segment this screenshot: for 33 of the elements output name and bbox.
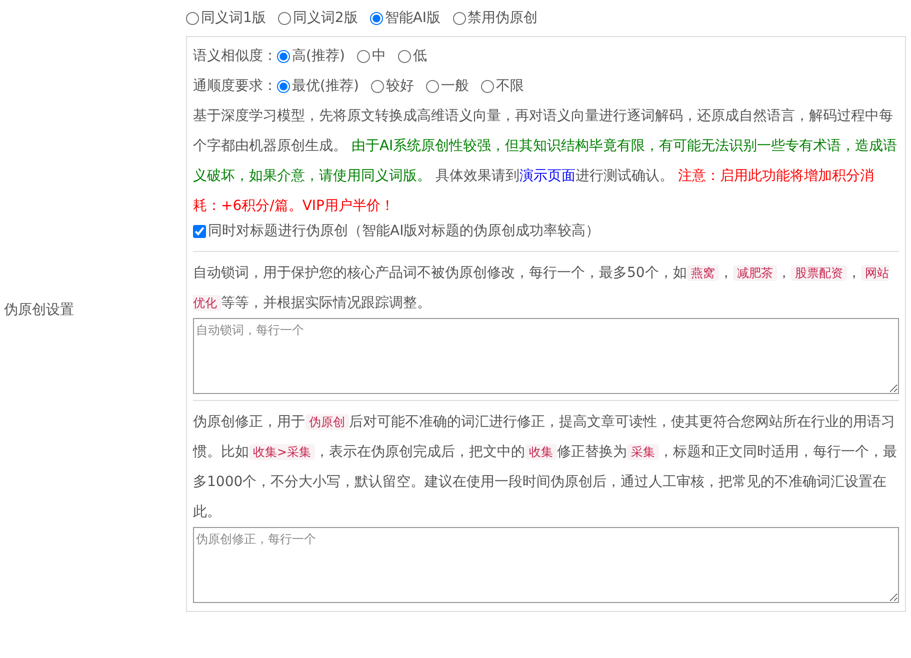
radio-button[interactable] bbox=[278, 12, 291, 25]
radio-button[interactable] bbox=[398, 50, 411, 62]
mode-label[interactable]: 同义词1版 bbox=[201, 8, 266, 29]
mode-label[interactable]: 同义词2版 bbox=[292, 8, 358, 29]
radio-button[interactable] bbox=[277, 80, 290, 92]
correction-description: 伪原创修正，用于 伪原创 后对可能不准确的词汇进行修正，提高文章可读性，使其更符合您网站所在行业的用语习惯。比如 收集>采集 ，表示在伪原创完成后，把文中的 收集 修正替换为 采集 ，标题和正文同时适用，每行一个，最多1000个，不分大小写，默认留空。建议在使用一段时间伪原创后，通过人工审核，把常见的不准确词汇设置在此。 bbox=[193, 413, 898, 522]
mode-label[interactable]: 智能AI版 bbox=[384, 8, 441, 29]
checkbox-label[interactable]: 同时对标题进行伪原创（智能AI版对标题的伪原创成功率较高） bbox=[208, 221, 600, 242]
lock-words-field[interactable]: 自动锁词，每行一个 bbox=[193, 318, 899, 394]
setting-label: 语义相似度： bbox=[193, 47, 277, 66]
radio-button[interactable] bbox=[356, 50, 370, 62]
setting-label: 通顺度要求： bbox=[193, 77, 277, 96]
radio-button[interactable] bbox=[370, 80, 384, 92]
option-label[interactable]: 不限 bbox=[496, 71, 524, 101]
radio-button[interactable] bbox=[480, 80, 494, 92]
lock-words-description: 自动锁词，用于保护您的核心产品词不被伪原创修改，每行一个，最多50个，如 燕窝 ， 减肥茶 ， 股票配资 ， 网站优化 等等，并根据实际情况跟踪调整。 bbox=[193, 264, 890, 313]
option-label[interactable]: 中 bbox=[372, 41, 386, 71]
checkbox[interactable] bbox=[193, 225, 206, 238]
demo-link[interactable]: 演示页面 bbox=[519, 168, 576, 184]
option-label[interactable]: 低 bbox=[412, 41, 427, 71]
radio-button[interactable] bbox=[426, 80, 439, 92]
correction-field[interactable]: 伪原创修正，每行一个 bbox=[193, 527, 899, 603]
option-label[interactable]: 最优(推荐) bbox=[292, 71, 359, 101]
option-label[interactable]: 一般 bbox=[440, 71, 469, 101]
option-label[interactable]: 较好 bbox=[386, 71, 414, 101]
option-label[interactable]: 高(推荐) bbox=[292, 41, 345, 71]
radio-button[interactable] bbox=[277, 50, 290, 62]
radio-button[interactable] bbox=[186, 12, 199, 25]
section-label: 伪原创设置 bbox=[4, 300, 74, 320]
description-text: 基于深度学习模型，先将原文转换成高维语义向量，再对语义向量进行逐词解码，还原成自然语言，解码过程中每个字都由机器原创生成。 由于AI系统原创性较强，但其知识结构毕竟有限，有可能无法识别一些专有术语，造成语义破坏，如果介意，请使用同义词版。 具体效果请到演示页面进行测试确认。 注意：启用此功能将增加积分消耗：+6积分/篇。VIP用户半价！ bbox=[193, 107, 898, 216]
radio-button[interactable] bbox=[370, 12, 383, 25]
mode-label[interactable]: 禁用伪原创 bbox=[468, 8, 538, 29]
radio-button[interactable] bbox=[452, 12, 466, 25]
